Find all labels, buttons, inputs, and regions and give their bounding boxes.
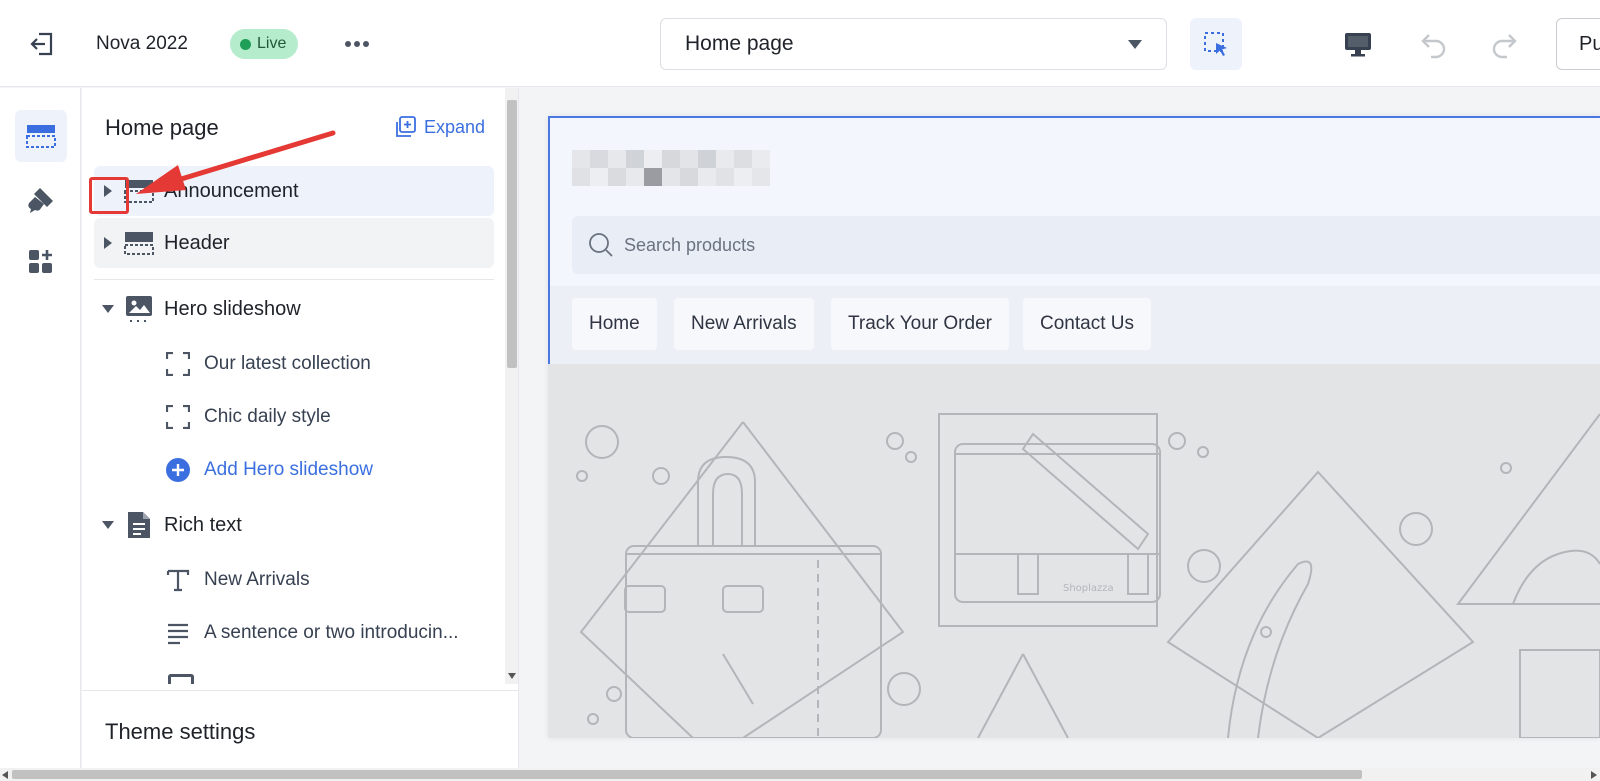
- store-name: Nova 2022: [96, 33, 188, 54]
- section-label: Hero slideshow: [164, 297, 301, 320]
- block-our-latest-collection[interactable]: Our latest collection: [162, 344, 371, 384]
- more-options-icon[interactable]: [339, 28, 375, 60]
- add-hero-label: Add Hero slideshow: [204, 459, 373, 480]
- image-section-icon: [122, 292, 156, 326]
- theme-style-icon[interactable]: [15, 174, 67, 226]
- nav-item-track-order[interactable]: Track Your Order: [831, 298, 1009, 350]
- block-sentence-intro[interactable]: A sentence or two introducin...: [162, 613, 459, 653]
- caret-down-icon[interactable]: [94, 284, 122, 334]
- divider: [94, 279, 494, 280]
- scroll-left-arrow-icon[interactable]: [2, 771, 8, 779]
- block-label: New Arrivals: [204, 569, 310, 590]
- frame-block-icon: [162, 401, 194, 433]
- expand-label: Expand: [424, 116, 486, 137]
- caret-down-icon[interactable]: [94, 500, 122, 550]
- store-logo[interactable]: [572, 150, 770, 186]
- scroll-right-arrow-icon[interactable]: [1591, 771, 1597, 779]
- section-announcement[interactable]: Announcement: [94, 166, 494, 216]
- plus-circle-icon: [162, 454, 194, 486]
- nav-item-home[interactable]: Home: [572, 298, 657, 350]
- nav-item-contact-us[interactable]: Contact Us: [1023, 298, 1151, 350]
- horizontal-scrollbar[interactable]: [0, 768, 1600, 781]
- panel-scrollbar[interactable]: [505, 88, 518, 684]
- block-label: Our latest collection: [204, 353, 371, 374]
- block-chic-daily-style[interactable]: Chic daily style: [162, 397, 331, 437]
- block-label: A sentence or two introducin...: [204, 622, 459, 643]
- chevron-down-icon: [1128, 39, 1142, 49]
- shoplazza-watermark: Shoplazza: [1063, 583, 1114, 594]
- frame-block-icon: [162, 348, 194, 380]
- add-app-blocks-icon[interactable]: [15, 236, 67, 288]
- block-new-arrivals[interactable]: New Arrivals: [162, 560, 310, 600]
- expand-button[interactable]: Expand: [394, 116, 485, 138]
- partial-block-icon: [168, 674, 194, 684]
- section-label: Header: [164, 231, 230, 254]
- section-hero-slideshow[interactable]: Hero slideshow: [94, 284, 494, 334]
- redo-icon[interactable]: [1484, 24, 1524, 64]
- expand-icon: [396, 116, 416, 137]
- search-placeholder: Search products: [624, 234, 756, 255]
- section-label: Rich text: [164, 513, 242, 536]
- page-selector[interactable]: Home page: [660, 18, 1167, 70]
- top-bar: Nova 2022 Live Home page Pu: [0, 0, 1600, 87]
- desktop-view-icon[interactable]: [1338, 24, 1378, 64]
- theme-settings-bar: Theme settings: [82, 690, 519, 770]
- inspect-select-icon[interactable]: [1190, 18, 1242, 70]
- left-icon-rail: [0, 88, 81, 781]
- exit-icon[interactable]: [22, 24, 62, 64]
- text-block-icon: [162, 564, 194, 596]
- sections-panel: Home page Expand Announcement Header Her…: [82, 88, 519, 770]
- paragraph-block-icon: [162, 617, 194, 649]
- document-section-icon: [122, 508, 156, 542]
- caret-right-icon[interactable]: [94, 218, 122, 268]
- nav-item-new-arrivals[interactable]: New Arrivals: [674, 298, 814, 350]
- panel-title: Home page: [105, 115, 219, 140]
- publish-button[interactable]: Pu: [1556, 18, 1600, 70]
- search-icon: [589, 233, 613, 257]
- search-input[interactable]: Search products: [572, 216, 1600, 274]
- status-dot-icon: [240, 38, 251, 50]
- page-selector-value: Home page: [685, 32, 794, 55]
- add-hero-slideshow-button[interactable]: Add Hero slideshow: [162, 450, 373, 490]
- undo-icon[interactable]: [1414, 24, 1454, 64]
- annotation-highlight-box: [89, 177, 129, 214]
- live-label: Live: [257, 35, 287, 52]
- nav-menu: Home New Arrivals Track Your Order Conta…: [550, 286, 1600, 364]
- section-label: Announcement: [164, 179, 299, 202]
- horizontal-scrollbar-thumb[interactable]: [12, 770, 1362, 779]
- panel-scrollbar-thumb[interactable]: [507, 100, 517, 368]
- sections-icon[interactable]: [15, 110, 67, 162]
- preview-header-selected[interactable]: Search products Home New Arrivals Track …: [548, 116, 1600, 364]
- live-status-badge: Live: [230, 29, 299, 59]
- section-rich-text[interactable]: Rich text: [94, 500, 494, 550]
- theme-settings-link[interactable]: Theme settings: [105, 719, 255, 745]
- scroll-down-arrow-icon[interactable]: [508, 673, 516, 679]
- hero-slideshow-image[interactable]: Shoplazza: [548, 364, 1600, 738]
- section-header[interactable]: Header: [94, 218, 494, 268]
- header-section-icon: [122, 226, 156, 260]
- block-label: Chic daily style: [204, 406, 331, 427]
- store-preview: Search products Home New Arrivals Track …: [548, 116, 1600, 738]
